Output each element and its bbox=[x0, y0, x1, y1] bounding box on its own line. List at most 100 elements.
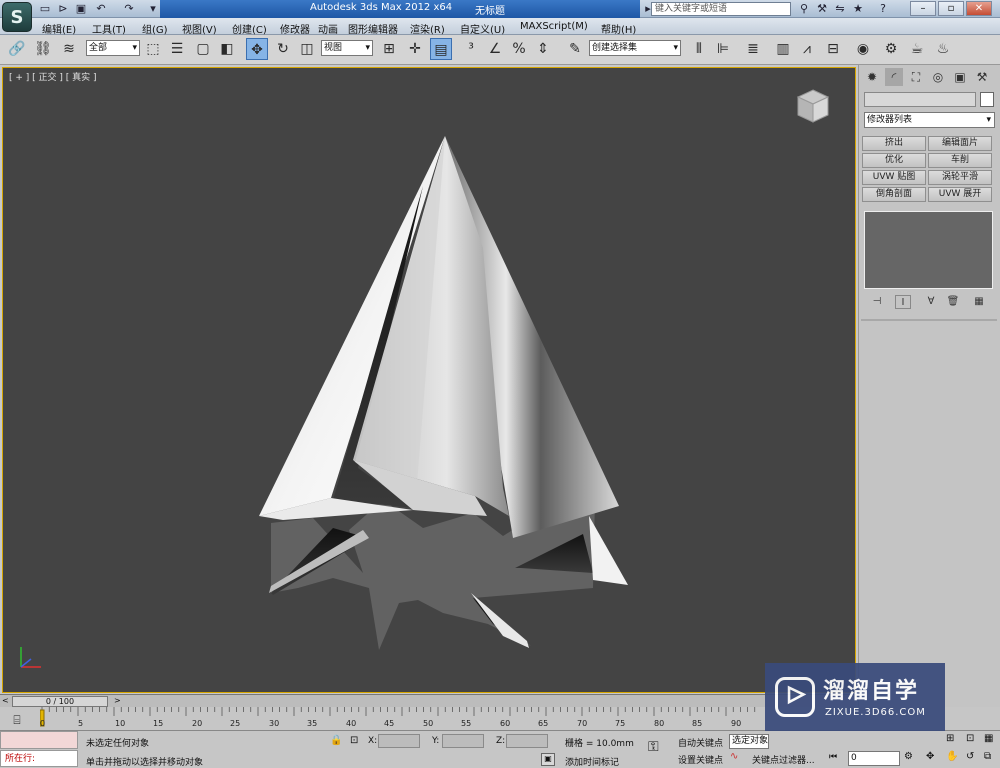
modify-tab-icon[interactable]: ◜ bbox=[885, 68, 903, 86]
rectangular-selection-icon[interactable]: ▢ bbox=[192, 38, 214, 60]
extrude-button[interactable]: 挤出 bbox=[862, 136, 926, 151]
snaps-toggle-icon[interactable]: ³ bbox=[460, 38, 482, 60]
spinner-snap-icon[interactable]: ⇕ bbox=[532, 38, 554, 60]
modifier-list-dropdown[interactable]: 修改器列表 bbox=[864, 112, 995, 128]
align-icon[interactable]: ⊫ bbox=[712, 38, 734, 60]
show-end-result-icon[interactable]: Ι bbox=[895, 295, 911, 309]
redo-icon[interactable]: ↷ bbox=[122, 2, 136, 16]
menu-tools[interactable]: 工具(T) bbox=[92, 21, 126, 36]
utilities-tab-icon[interactable]: ⚒ bbox=[973, 68, 991, 86]
search-input[interactable]: 键入关键字或短语 bbox=[651, 2, 791, 16]
bevel-profile-button[interactable]: 倒角剖面 bbox=[862, 187, 926, 202]
key-filters-button[interactable]: 关键点过滤器... bbox=[752, 753, 815, 766]
uvw-map-button[interactable]: UVW 贴图 bbox=[862, 170, 926, 185]
undo-icon[interactable]: ↶ bbox=[94, 2, 108, 16]
menu-customize[interactable]: 自定义(U) bbox=[460, 21, 505, 36]
motion-tab-icon[interactable]: ◎ bbox=[929, 68, 947, 86]
menu-help[interactable]: 帮助(H) bbox=[601, 21, 636, 36]
select-and-move-icon[interactable]: ✥ bbox=[246, 38, 268, 60]
auto-key-button[interactable]: 自动关键点 bbox=[678, 736, 723, 749]
menu-group[interactable]: 组(G) bbox=[142, 21, 168, 36]
named-selection-dropdown[interactable]: 创建选择集 bbox=[589, 40, 681, 56]
binoculars-icon[interactable]: ⚲ bbox=[797, 2, 811, 16]
x-coordinate-field[interactable] bbox=[378, 734, 420, 748]
select-manipulate-icon[interactable]: ✛ bbox=[404, 38, 426, 60]
viewport-pan-icon[interactable]: ✥ bbox=[926, 751, 934, 762]
maxscript-listener-mini[interactable] bbox=[0, 731, 78, 749]
time-config-icon[interactable]: ⚙ bbox=[904, 751, 913, 762]
time-slider[interactable]: < 0 / 100 > bbox=[0, 694, 856, 707]
star-pyramid-model[interactable] bbox=[3, 68, 856, 693]
edit-named-selection-icon[interactable]: ✎ bbox=[564, 38, 586, 60]
favorites-icon[interactable]: ★ bbox=[851, 2, 865, 16]
mirror-icon[interactable]: ⫴ bbox=[688, 38, 710, 60]
menu-graph-editors[interactable]: 图形编辑器 bbox=[348, 21, 398, 36]
perspective-viewport[interactable]: [ + ] [ 正交 ] [ 真实 ] bbox=[2, 67, 856, 693]
window-crossing-icon[interactable]: ◧ bbox=[216, 38, 238, 60]
select-by-name-icon[interactable]: ☰ bbox=[166, 38, 188, 60]
frame-ruler[interactable] bbox=[40, 707, 760, 731]
link-icon[interactable]: 🔗 bbox=[6, 38, 28, 60]
menu-create[interactable]: 创建(C) bbox=[232, 21, 267, 36]
pin-stack-icon[interactable]: ⊣ bbox=[869, 295, 885, 309]
material-editor-icon[interactable]: ◉ bbox=[852, 38, 874, 60]
close-button[interactable]: ✕ bbox=[966, 1, 992, 16]
prev-frame-icon[interactable]: < bbox=[2, 696, 9, 705]
graphite-ribbon-icon[interactable]: ▥ bbox=[772, 38, 794, 60]
open-file-icon[interactable]: ⊳ bbox=[56, 2, 70, 16]
field-of-view-icon[interactable]: ▦ bbox=[984, 733, 993, 744]
menu-animation[interactable]: 动画 bbox=[318, 21, 338, 36]
pivot-center-icon[interactable]: ⊞ bbox=[378, 38, 400, 60]
select-and-rotate-icon[interactable]: ↻ bbox=[272, 38, 294, 60]
angle-snap-icon[interactable]: ∠ bbox=[484, 38, 506, 60]
optimize-button[interactable]: 优化 bbox=[862, 153, 926, 168]
restore-button[interactable]: ▫ bbox=[938, 1, 964, 16]
display-tab-icon[interactable]: ▣ bbox=[951, 68, 969, 86]
go-to-start-icon[interactable]: ⏮ bbox=[829, 752, 837, 762]
absolute-mode-icon[interactable]: ⊡ bbox=[350, 735, 358, 746]
remove-modifier-icon[interactable]: 🗑 bbox=[945, 295, 961, 309]
zoom-extents-icon[interactable]: ⊞ bbox=[946, 733, 954, 744]
curve-editor-icon[interactable]: ⩘ bbox=[796, 38, 818, 60]
menu-maxscript[interactable]: MAXScript(M) bbox=[520, 21, 588, 32]
keyboard-shortcut-override-icon[interactable]: ▤ bbox=[430, 38, 452, 60]
reference-coordinate-dropdown[interactable]: 视图 bbox=[321, 40, 373, 56]
z-coordinate-field[interactable] bbox=[506, 734, 548, 748]
turbosmooth-button[interactable]: 涡轮平滑 bbox=[928, 170, 992, 185]
object-color-swatch[interactable] bbox=[980, 92, 994, 107]
subscription-icon[interactable]: ⚒ bbox=[815, 2, 829, 16]
time-slider-thumb[interactable]: 0 / 100 bbox=[12, 696, 108, 707]
set-key-mode-button[interactable]: 设置关键点 bbox=[678, 753, 723, 766]
render-setup-icon[interactable]: ⚙ bbox=[880, 38, 902, 60]
time-tag-icon[interactable]: ▣ bbox=[541, 753, 555, 766]
next-frame-icon[interactable]: > bbox=[114, 696, 121, 705]
bind-space-warp-icon[interactable]: ≋ bbox=[58, 38, 80, 60]
zoom-all-icon[interactable]: ⊡ bbox=[966, 733, 974, 744]
selected-set-dropdown[interactable]: 选定对象 bbox=[729, 734, 769, 749]
menu-views[interactable]: 视图(V) bbox=[182, 21, 217, 36]
viewport-label[interactable]: [ + ] [ 正交 ] [ 真实 ] bbox=[9, 70, 97, 83]
modifier-stack[interactable] bbox=[864, 211, 993, 289]
lathe-button[interactable]: 车削 bbox=[928, 153, 992, 168]
viewcube-icon[interactable] bbox=[795, 88, 831, 124]
unwrap-uvw-button[interactable]: UVW 展开 bbox=[928, 187, 992, 202]
add-time-tag[interactable]: 添加时间标记 bbox=[565, 755, 619, 768]
mini-curve-editor-icon[interactable]: ⌸ bbox=[3, 710, 31, 730]
set-key-icon[interactable]: ⚿ bbox=[648, 739, 659, 755]
configure-modifier-sets-icon[interactable]: ▦ bbox=[971, 295, 987, 309]
quick-access-dropdown-icon[interactable]: ▾ bbox=[146, 2, 160, 16]
help-icon[interactable]: ? bbox=[876, 2, 890, 16]
communication-icon[interactable]: ⇋ bbox=[833, 2, 847, 16]
viewport-zoom-icon[interactable]: ✋ bbox=[946, 751, 958, 762]
lock-selection-icon[interactable]: 🔒 bbox=[330, 735, 342, 746]
y-coordinate-field[interactable] bbox=[442, 734, 484, 748]
orbit-icon[interactable]: ↺ bbox=[966, 751, 974, 762]
edit-patch-button[interactable]: 编辑面片 bbox=[928, 136, 992, 151]
render-production-icon[interactable]: ♨ bbox=[932, 38, 954, 60]
select-and-scale-icon[interactable]: ◫ bbox=[296, 38, 318, 60]
menu-edit[interactable]: 编辑(E) bbox=[42, 21, 76, 36]
new-file-icon[interactable]: ▭ bbox=[38, 2, 52, 16]
save-file-icon[interactable]: ▣ bbox=[74, 2, 88, 16]
key-curve-icon[interactable]: ∿ bbox=[730, 751, 738, 762]
minimize-button[interactable]: – bbox=[910, 1, 936, 16]
